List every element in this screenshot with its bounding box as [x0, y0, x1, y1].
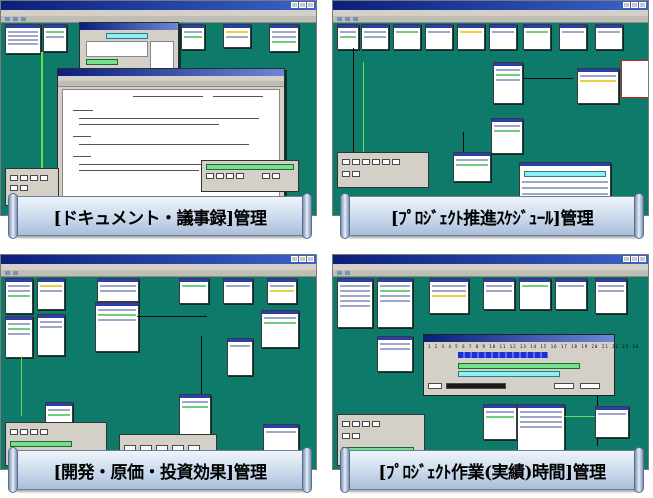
caption-banner: [ﾌﾟﾛｼﾞｪｸﾄ推進ｽｹｼﾞｭｰﾙ]管理 — [340, 193, 644, 239]
task-node[interactable] — [595, 406, 629, 438]
task-node[interactable] — [377, 278, 413, 328]
timeline-worked-blocks — [458, 352, 548, 358]
toolbar-button[interactable] — [5, 17, 10, 21]
control-panel[interactable] — [337, 152, 429, 188]
connector-line — [137, 316, 207, 317]
window-titlebar — [1, 1, 316, 10]
window-titlebar — [1, 255, 316, 264]
task-node[interactable] — [5, 24, 41, 54]
toolbar-button[interactable] — [345, 271, 350, 275]
caption-text: [ﾌﾟﾛｼﾞｪｸﾄ作業(実績)時間]管理 — [378, 462, 606, 483]
app-screenshot-schedule — [332, 0, 649, 216]
work-time-timeline-window[interactable]: 1 2 3 4 5 6 7 8 9 10 11 12 13 14 15 16 1… — [423, 334, 638, 396]
task-node[interactable] — [577, 68, 619, 104]
connector-line — [41, 52, 43, 172]
diagram-workspace: 1 2 3 4 5 6 7 8 9 10 11 12 13 14 15 16 1… — [333, 276, 648, 469]
window-close-icon[interactable] — [639, 256, 646, 262]
task-node[interactable] — [179, 394, 211, 436]
task-node[interactable] — [377, 336, 413, 372]
task-node[interactable] — [223, 278, 253, 304]
connector-line — [353, 48, 354, 168]
diagram-workspace — [1, 22, 316, 215]
caption-text: [ドキュメント・議事録]管理 — [53, 208, 267, 229]
caption-text: [開発・原価・投資効果]管理 — [53, 462, 267, 483]
window-titlebar — [333, 255, 648, 264]
panel-cost: [開発・原価・投資効果]管理 — [0, 254, 319, 498]
toolbar-button[interactable] — [21, 17, 26, 21]
task-node[interactable] — [519, 278, 551, 310]
app-screenshot-cost — [0, 254, 317, 470]
task-node[interactable] — [269, 24, 299, 52]
toolbar-button[interactable] — [345, 17, 350, 21]
alert-node[interactable] — [621, 60, 648, 98]
task-node[interactable] — [337, 278, 373, 328]
task-node[interactable] — [489, 24, 517, 50]
connector-line — [363, 62, 364, 162]
app-screenshot-documents — [0, 0, 317, 216]
task-node[interactable] — [483, 278, 515, 310]
toolbar-button[interactable] — [13, 17, 18, 21]
task-node[interactable] — [267, 278, 297, 304]
window-minimize-icon[interactable] — [623, 256, 630, 262]
window-minimize-icon[interactable] — [291, 256, 298, 262]
task-node[interactable] — [181, 24, 205, 50]
task-node[interactable] — [595, 24, 623, 50]
toolbar-button[interactable] — [5, 271, 10, 275]
toolbar-button[interactable] — [337, 17, 342, 21]
task-node[interactable] — [453, 152, 491, 182]
task-node[interactable] — [483, 404, 517, 440]
task-node[interactable] — [261, 310, 299, 348]
window-minimize-icon[interactable] — [291, 2, 298, 8]
window-maximize-icon[interactable] — [631, 2, 638, 8]
app-screenshot-worktime: 1 2 3 4 5 6 7 8 9 10 11 12 13 14 15 16 1… — [332, 254, 649, 470]
panel-schedule: [ﾌﾟﾛｼﾞｪｸﾄ推進ｽｹｼﾞｭｰﾙ]管理 — [332, 0, 651, 244]
task-node[interactable] — [361, 24, 389, 50]
caption-banner: [ﾌﾟﾛｼﾞｪｸﾄ作業(実績)時間]管理 — [340, 447, 644, 493]
window-maximize-icon[interactable] — [299, 256, 306, 262]
toolbar-button[interactable] — [337, 271, 342, 275]
caption-banner: [ドキュメント・議事録]管理 — [8, 193, 312, 239]
task-node[interactable] — [5, 316, 33, 358]
timeline-hour-scale: 1 2 3 4 5 6 7 8 9 10 11 12 13 14 15 16 1… — [428, 344, 640, 349]
task-node[interactable] — [227, 338, 253, 376]
panel-documents: [ドキュメント・議事録]管理 — [0, 0, 319, 244]
window-close-icon[interactable] — [307, 2, 314, 8]
task-node[interactable] — [493, 62, 523, 104]
caption-text: [ﾌﾟﾛｼﾞｪｸﾄ推進ｽｹｼﾞｭｰﾙ]管理 — [390, 208, 594, 229]
window-maximize-icon[interactable] — [631, 256, 638, 262]
task-node[interactable] — [37, 314, 65, 356]
window-minimize-icon[interactable] — [623, 2, 630, 8]
task-node[interactable] — [425, 24, 453, 50]
task-node[interactable] — [491, 118, 523, 154]
window-titlebar — [333, 1, 648, 10]
task-node[interactable] — [555, 278, 587, 310]
task-node[interactable] — [429, 278, 469, 314]
control-panel[interactable] — [201, 160, 299, 192]
toolbar-button[interactable] — [13, 271, 18, 275]
task-node[interactable] — [393, 24, 421, 50]
diagram-workspace — [1, 276, 316, 469]
task-node[interactable] — [179, 278, 209, 304]
task-node[interactable] — [37, 278, 65, 310]
task-node[interactable] — [523, 24, 551, 50]
task-node[interactable] — [559, 24, 587, 50]
window-close-icon[interactable] — [307, 256, 314, 262]
task-node[interactable] — [95, 302, 139, 352]
toolbar-button[interactable] — [353, 17, 358, 21]
task-node[interactable] — [43, 24, 67, 52]
diagram-workspace — [333, 22, 648, 215]
task-node[interactable] — [595, 278, 627, 314]
window-maximize-icon[interactable] — [299, 2, 306, 8]
task-node[interactable] — [337, 24, 359, 50]
connector-line — [21, 356, 22, 416]
task-node[interactable] — [223, 24, 251, 48]
window-close-icon[interactable] — [639, 2, 646, 8]
caption-banner: [開発・原価・投資効果]管理 — [8, 447, 312, 493]
panel-worktime: 1 2 3 4 5 6 7 8 9 10 11 12 13 14 15 16 1… — [332, 254, 651, 498]
task-node[interactable] — [517, 404, 565, 456]
task-node[interactable] — [5, 278, 33, 314]
task-node[interactable] — [97, 278, 139, 302]
task-node[interactable] — [457, 24, 485, 50]
